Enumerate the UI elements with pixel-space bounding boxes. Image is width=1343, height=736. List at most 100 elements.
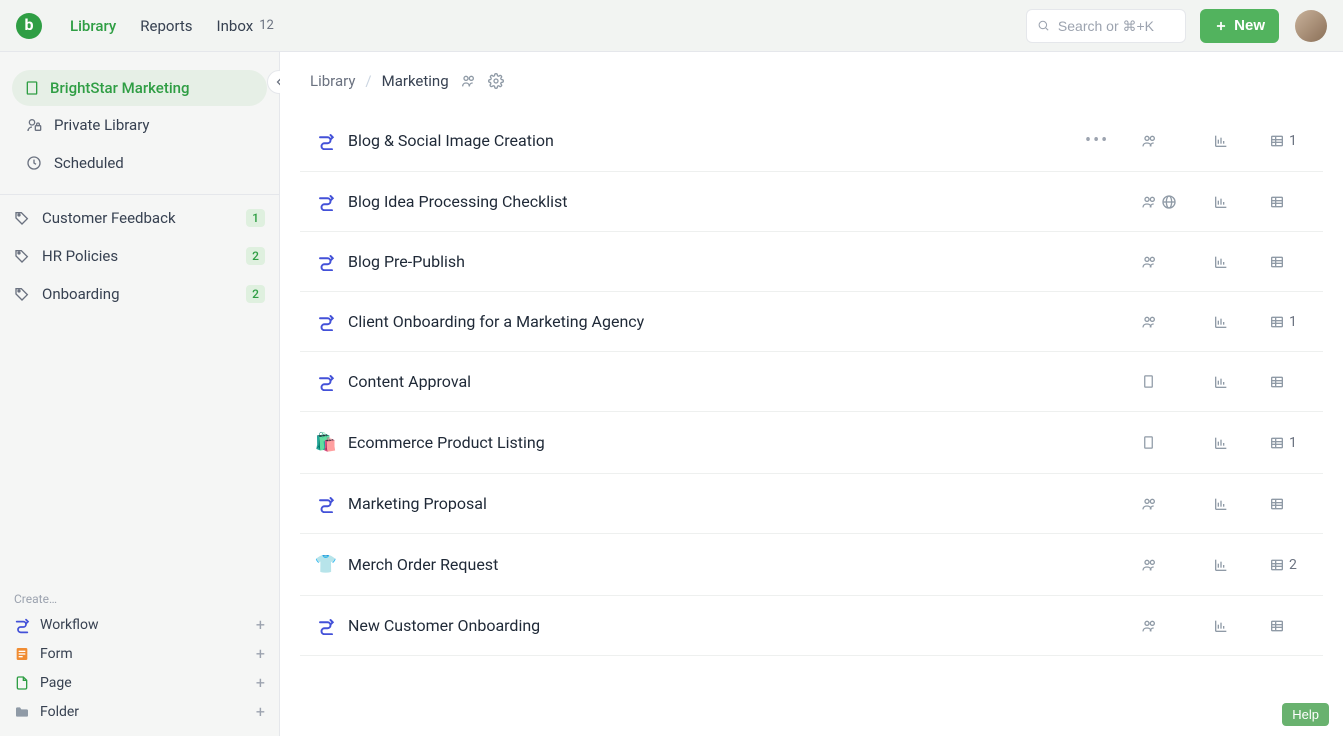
building-icon[interactable]	[1141, 435, 1156, 450]
reports-slot[interactable]	[1213, 254, 1243, 270]
sidebar-tag[interactable]: Onboarding 2	[0, 275, 279, 313]
building-icon[interactable]	[1141, 374, 1156, 389]
sidebar: BrightStar Marketing Private Library Sch…	[0, 52, 280, 736]
share-slot	[1141, 618, 1187, 634]
runs-count: 1	[1289, 314, 1297, 330]
reports-slot[interactable]	[1213, 618, 1243, 634]
reports-slot[interactable]	[1213, 194, 1243, 210]
reports-slot[interactable]	[1213, 435, 1243, 451]
row-trail: 1	[1085, 314, 1315, 330]
runs-slot[interactable]	[1269, 618, 1315, 634]
runs-slot[interactable]	[1269, 496, 1315, 512]
row-title: Blog & Social Image Creation	[344, 131, 1085, 150]
sidebar-tag-label: Customer Feedback	[42, 209, 176, 227]
reports-slot[interactable]	[1213, 557, 1243, 573]
row-title: Blog Idea Processing Checklist	[344, 192, 1085, 211]
group-icon[interactable]	[1141, 618, 1157, 634]
tag-icon	[14, 248, 30, 264]
more-menu[interactable]: •••	[1085, 130, 1109, 151]
sidebar-scheduled[interactable]: Scheduled	[12, 144, 267, 182]
sidebar-tag[interactable]: Customer Feedback 1	[0, 199, 279, 237]
create-title: Create…	[12, 592, 267, 610]
help-label: Help	[1292, 707, 1319, 722]
workflow-icon	[308, 253, 344, 271]
app-logo[interactable]: b	[16, 13, 42, 39]
row-title: Client Onboarding for a Marketing Agency	[344, 312, 1085, 331]
breadcrumb-separator: /	[365, 72, 371, 90]
nav-reports[interactable]: Reports	[140, 17, 192, 35]
runs-slot[interactable]: 1	[1269, 133, 1315, 149]
workflow-icon	[308, 193, 344, 211]
nav-label: Library	[70, 17, 116, 35]
list-row[interactable]: 🛍️Ecommerce Product Listing1	[300, 412, 1323, 474]
sidebar-tag[interactable]: HR Policies2	[0, 237, 279, 275]
list-row[interactable]: Blog Pre-Publish	[300, 232, 1323, 292]
plus-icon: +	[256, 673, 265, 692]
reports-slot[interactable]	[1213, 374, 1243, 390]
form-icon	[14, 646, 30, 662]
list-row[interactable]: Client Onboarding for a Marketing Agency…	[300, 292, 1323, 352]
gear-icon[interactable]	[487, 72, 505, 90]
clock-icon	[26, 155, 42, 171]
plus-icon	[1214, 19, 1228, 33]
sidebar-tag-count: 2	[246, 285, 265, 303]
search-input[interactable]	[1058, 18, 1175, 34]
sidebar-tags: Customer Feedback1HR Policies2Onboarding…	[0, 199, 279, 313]
workflow-icon	[308, 617, 344, 635]
help-button[interactable]: Help	[1282, 703, 1329, 726]
runs-slot[interactable]	[1269, 254, 1315, 270]
list-row[interactable]: Blog & Social Image Creation••• 1	[300, 110, 1323, 172]
nav-library[interactable]: Library	[70, 17, 116, 35]
row-trail: ••• 1	[1085, 130, 1315, 151]
group-icon[interactable]	[1141, 133, 1157, 149]
runs-slot[interactable]	[1269, 194, 1315, 210]
main-content: Library / Marketing Blog & Social Image …	[280, 52, 1343, 736]
top-header: b Library Reports Inbox 12 New	[0, 0, 1343, 52]
runs-count: 1	[1289, 133, 1297, 149]
avatar[interactable]	[1295, 10, 1327, 42]
reports-slot[interactable]	[1213, 314, 1243, 330]
reports-slot[interactable]	[1213, 496, 1243, 512]
list-row[interactable]: Marketing Proposal	[300, 474, 1323, 534]
share-slot	[1141, 314, 1187, 330]
inbox-count: 12	[259, 18, 274, 33]
breadcrumb-root[interactable]: Library	[310, 72, 355, 90]
runs-slot[interactable]: 1	[1269, 435, 1315, 451]
group-icon[interactable]	[1141, 314, 1157, 330]
page-icon	[14, 675, 30, 691]
globe-icon[interactable]	[1161, 194, 1177, 210]
org-pill[interactable]: BrightStar Marketing	[12, 70, 267, 106]
create-folder[interactable]: Folder+	[12, 697, 267, 726]
sidebar-private-library[interactable]: Private Library	[12, 106, 267, 144]
list-row[interactable]: Content Approval	[300, 352, 1323, 412]
runs-count: 2	[1289, 557, 1297, 573]
list-row[interactable]: Blog Idea Processing Checklist	[300, 172, 1323, 232]
group-icon[interactable]	[1141, 496, 1157, 512]
scheduled-label: Scheduled	[54, 154, 124, 172]
folder-icon	[14, 704, 30, 720]
runs-slot[interactable]: 1	[1269, 314, 1315, 330]
group-icon[interactable]	[1141, 557, 1157, 573]
list-row[interactable]: 👕Merch Order Request2	[300, 534, 1323, 596]
runs-slot[interactable]: 2	[1269, 557, 1315, 573]
share-slot	[1141, 374, 1187, 389]
create-page[interactable]: Page+	[12, 668, 267, 697]
list-row[interactable]: New Customer Onboarding	[300, 596, 1323, 656]
share-settings-icon[interactable]	[459, 72, 477, 90]
share-slot	[1141, 194, 1187, 210]
create-form[interactable]: Form+	[12, 639, 267, 668]
create-workflow[interactable]: Workflow+	[12, 610, 267, 639]
group-icon[interactable]	[1141, 194, 1157, 210]
sidebar-tag-count: 1	[246, 209, 265, 227]
search-input-wrapper[interactable]	[1026, 9, 1186, 43]
row-trail	[1085, 496, 1315, 512]
plus-icon: +	[256, 644, 265, 663]
sidebar-tag-label: Onboarding	[42, 285, 120, 303]
new-button[interactable]: New	[1200, 9, 1279, 43]
reports-slot[interactable]	[1213, 133, 1243, 149]
runs-slot[interactable]	[1269, 374, 1315, 390]
user-lock-icon	[26, 117, 42, 133]
nav-inbox[interactable]: Inbox 12	[217, 17, 274, 35]
group-icon[interactable]	[1141, 254, 1157, 270]
breadcrumb-current[interactable]: Marketing	[382, 72, 449, 90]
